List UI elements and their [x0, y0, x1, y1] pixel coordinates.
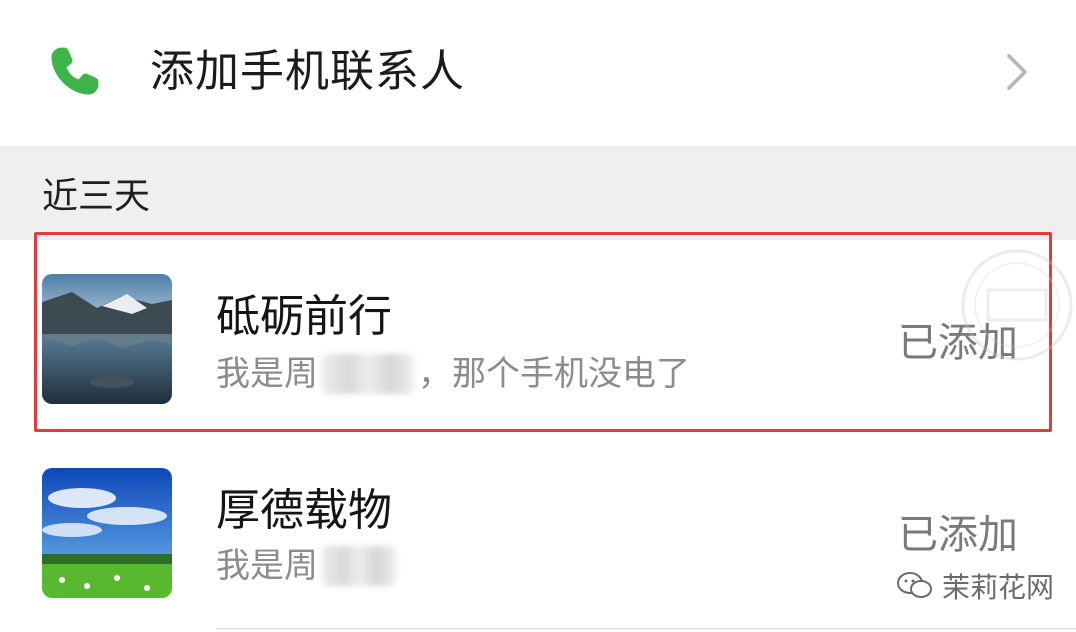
blurred-name-mosaic — [322, 546, 396, 586]
message-suffix: ，那个手机没电了 — [418, 354, 690, 394]
blue-sky-meadow-avatar — [42, 468, 172, 598]
watermark-text: 茉莉花网 — [942, 571, 1055, 604]
divider — [216, 628, 1076, 629]
status-added: 已添加 — [898, 512, 1018, 558]
section-title-recent-three-days: 近三天 — [42, 176, 151, 217]
wechat-icon — [897, 572, 932, 598]
avatar[interactable] — [42, 468, 172, 598]
mountain-lake-avatar — [42, 274, 172, 404]
request-message: 我是周 ，那个手机没电了 — [216, 352, 690, 396]
section-header — [0, 146, 1076, 240]
message-prefix: 我是周 — [216, 354, 318, 394]
contact-name: 砥砺前行 — [216, 291, 392, 342]
friend-request-row[interactable]: 砥砺前行 我是周 ，那个手机没电了 已添加 — [0, 240, 1076, 436]
stamp-watermark — [961, 249, 1073, 361]
request-message: 我是周 — [216, 544, 400, 588]
phone-icon — [51, 47, 99, 95]
chevron-right-icon — [1007, 54, 1027, 90]
add-phone-contacts-label: 添加手机联系人 — [150, 46, 465, 97]
add-phone-contacts-row[interactable]: 添加手机联系人 — [0, 0, 1076, 146]
contact-name: 厚德载物 — [216, 485, 392, 536]
message-prefix: 我是周 — [216, 546, 318, 586]
avatar[interactable] — [42, 274, 172, 404]
wechat-watermark: 茉莉花网 — [896, 566, 1054, 606]
blurred-name-mosaic — [322, 354, 414, 394]
